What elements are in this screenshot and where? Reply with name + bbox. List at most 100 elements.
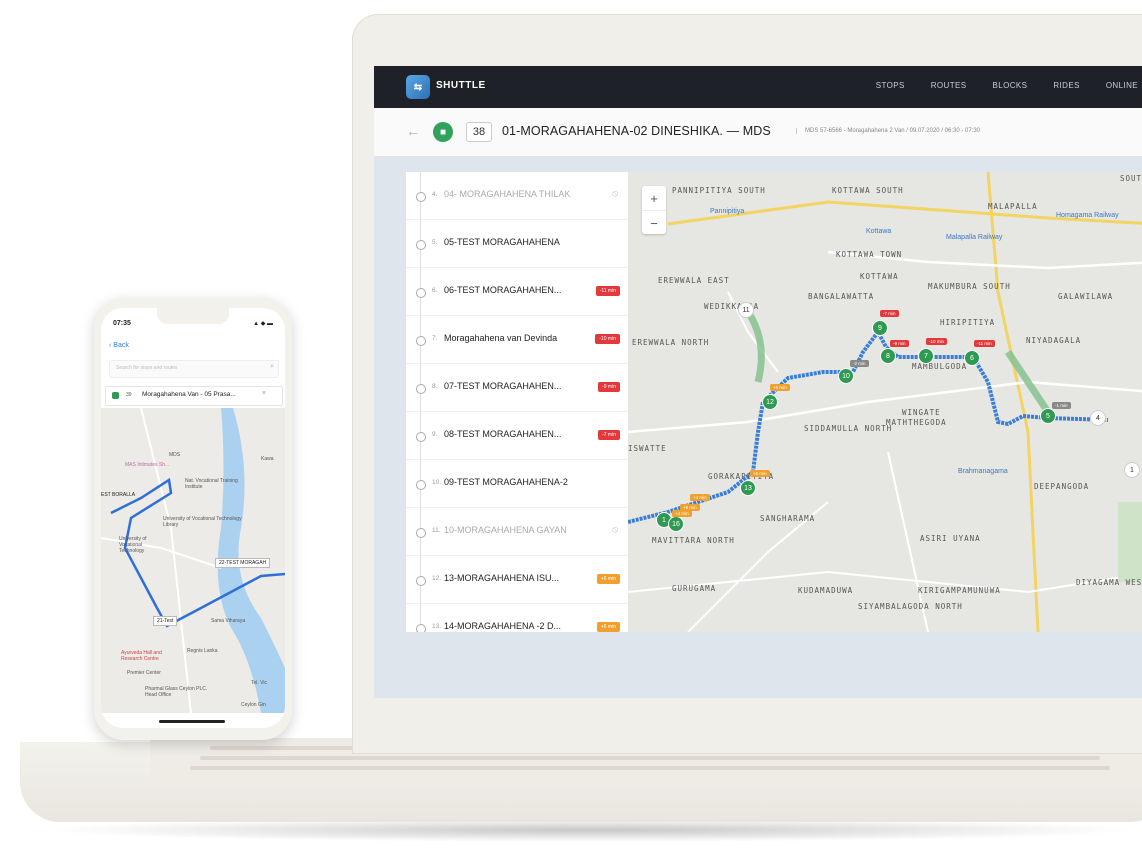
stop-dot-icon [416,384,426,394]
stop-pin[interactable]: 10 [838,368,854,384]
stop-name: 06-TEST MORAGAHAHEN... [444,285,562,295]
delay-tag: -7 min [880,310,899,317]
map-label: EREWWALA EAST [658,276,730,285]
nav-routes[interactable]: ROUTES [931,81,967,90]
stop-callout[interactable]: 21-Test [153,616,178,626]
list-item[interactable]: 11. 10-MORAGAHAHENA GAYAN ⦸ [406,508,628,556]
map-label: SOUTH [1120,174,1142,183]
map-label: KOTTAWA [860,272,899,281]
delay-tag: +5 min [770,384,790,391]
phone-screen: 07:35 ▲ ◆ ▬ ‹ Back Search for stops and … [101,308,285,728]
list-item[interactable]: 13. 14-MORAGAHAHENA -2 D... +6 min [406,604,628,632]
map-label: Ceylon Gin [241,702,266,708]
map-label: PANNIPITIYA SOUTH [672,186,766,195]
list-item[interactable]: 8. 07-TEST MORAGAHAHEN... -9 min [406,364,628,412]
nav-stops[interactable]: STOPS [876,81,905,90]
delay-badge: -7 min [598,430,620,440]
back-button[interactable]: ‹ Back [109,342,129,349]
top-navbar: ⇆ SHUTTLE STOPS ROUTES BLOCKS RIDES ONLI… [374,66,1142,108]
map-label: BANGALAWATTA [808,292,875,301]
shuttle-logo-icon[interactable]: ⇆ [406,75,430,99]
laptop-screen: ⇆ SHUTTLE STOPS ROUTES BLOCKS RIDES ONLI… [374,66,1142,698]
route-title: 01-MORAGAHAHENA-02 DINESHIKA. — MDS [502,124,771,138]
search-icon: ⌕ [270,363,274,370]
list-item[interactable]: 5. 05-TEST MORAGAHAHENA [406,220,628,268]
delay-tag: +4 min [690,494,710,501]
phone-map[interactable]: MDS MAS Intimates Sh... Nat. Vocational … [101,408,285,713]
stop-dot-icon [416,624,426,632]
list-item[interactable]: 7. Moragahahena van Devinda -10 min [406,316,628,364]
map-label: MAVITTARA NORTH [652,536,735,545]
route-number: 39 [126,392,132,398]
hidden-eye-icon[interactable]: ⦸ [612,188,618,199]
key-row [190,766,1110,770]
map-label: SANGHARAMA [760,514,816,523]
map-label: KIRIGAMPAMUNUWA [918,586,1001,595]
list-item[interactable]: 6. 06-TEST MORAGAHAHEN... -11 min [406,268,628,316]
stop-name: 07-TEST MORAGAHAHEN... [444,381,562,391]
map-label: KUDAMADUWA [798,586,854,595]
stop-callout[interactable]: 22-TEST MORAGAH [215,558,271,568]
delay-badge: -11 min [595,286,620,296]
hidden-eye-icon[interactable]: ⦸ [612,524,618,535]
stop-dot-icon [416,576,426,586]
back-label: Back [113,342,129,349]
stop-index: 9. [432,431,438,438]
stop-name: 05-TEST MORAGAHAHENA [444,237,560,247]
selected-route[interactable]: 39 Moragahahena Van - 05 Prasa... × [105,386,283,406]
map-label: Kawa [261,456,274,462]
zoom-out-button[interactable]: − [642,210,666,235]
list-item[interactable]: 10. 09-TEST MORAGAHAHENA-2 [406,460,628,508]
map-label: ISWATTE [628,444,667,453]
map-label: EST BORALLA [101,492,136,498]
delay-badge: -9 min [598,382,620,392]
map-label: MAS Intimates Sh... [125,462,170,468]
list-item[interactable]: 9. 08-TEST MORAGAHAHEN... -7 min [406,412,628,460]
delay-tag: -2 min [850,360,869,367]
stop-pin[interactable]: 12 [762,394,778,410]
bus-icon [112,392,119,399]
stop-name: 09-TEST MORAGAHAHENA-2 [444,477,568,487]
zoom-control: + − [642,186,666,234]
stop-pin[interactable]: 16 [668,516,684,532]
brand-name: SHUTTLE [436,80,486,91]
stop-name: 14-MORAGAHAHENA -2 D... [444,621,562,631]
stop-pin[interactable]: 6 [964,350,980,366]
map-label: NIYADAGALA [1026,336,1082,345]
status-icons: ▲ ◆ ▬ [253,321,273,327]
map-label: University of Vocational Technology Libr… [163,516,242,528]
stop-dot-icon [416,192,426,202]
stop-pin[interactable]: 7 [918,348,934,364]
home-indicator [159,720,225,723]
map-label: SIDDAMULLA NORTH [804,424,893,433]
list-item[interactable]: 12. 13-MORAGAHAHENA ISU... +6 min [406,556,628,604]
stop-pin[interactable]: 5 [1040,408,1056,424]
stop-pin[interactable]: 8 [880,348,896,364]
map-label: Sama Viharaya [211,618,246,624]
map-label: DEEPANGODA [1034,482,1090,491]
nav-online[interactable]: ONLINE [1106,81,1138,90]
map-label: Brahmanagama [958,468,1008,475]
stop-pin[interactable]: 13 [740,480,756,496]
bus-icon: ■ [433,122,453,142]
stop-name: 10-MORAGAHAHENA GAYAN [444,525,567,535]
stop-pin[interactable]: 9 [872,320,888,336]
stop-pin[interactable]: 1 [1124,462,1140,478]
back-arrow-icon[interactable]: ← [406,123,420,139]
route-name: Moragahahena Van - 05 Prasa... [142,391,236,398]
route-map[interactable]: + − PANNIPITIYA SOUTH KOTTAWA SOUTH SOUT… [628,172,1142,632]
nav-blocks[interactable]: BLOCKS [993,81,1028,90]
close-icon[interactable]: × [262,390,266,397]
map-label: Pharmal Glass Ceylon PLC. Head Office [145,686,208,698]
map-label: GALAWILAWA [1058,292,1114,301]
stop-pin[interactable]: 4 [1090,410,1106,426]
zoom-in-button[interactable]: + [642,186,666,210]
stop-pin[interactable]: 11 [738,302,754,318]
delay-tag: +6 min [750,470,770,477]
stop-dot-icon [416,336,426,346]
map-label: Nat. Vocational Training Institute [185,478,238,490]
list-item[interactable]: 4. 04- MORAGAHAHENA THILAK ⦸ [406,172,628,220]
nav-rides[interactable]: RIDES [1053,81,1079,90]
route-number: 38 [466,122,492,142]
search-input[interactable]: Search for stops and routes ⌕ [109,360,279,378]
